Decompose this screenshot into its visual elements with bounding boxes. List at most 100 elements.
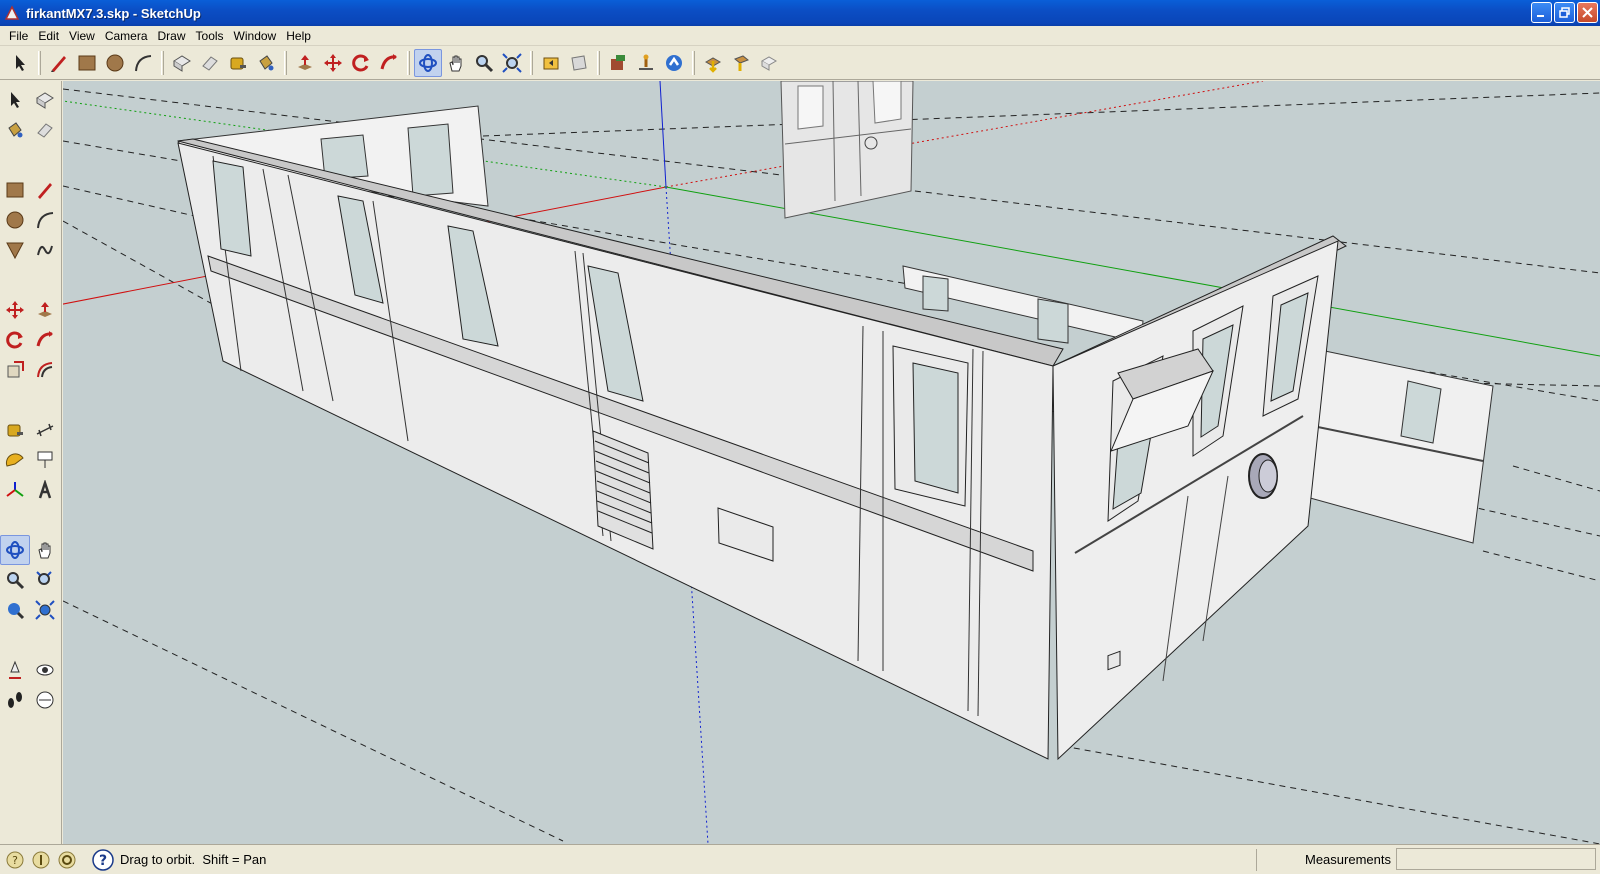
- look-around-icon: [36, 664, 54, 676]
- palette-text-button[interactable]: [30, 445, 60, 475]
- rectangle-tool-button[interactable]: [73, 49, 101, 77]
- palette-freehand-button[interactable]: [30, 235, 60, 265]
- palette-pencil-button[interactable]: [30, 175, 60, 205]
- palette-orbit-button[interactable]: [0, 535, 30, 565]
- main-wall[interactable]: [177, 138, 1064, 760]
- toolbar-separator: [284, 50, 287, 75]
- tape-measure-button[interactable]: [224, 49, 252, 77]
- pan-tool-button[interactable]: [442, 49, 470, 77]
- axes-icon: [6, 482, 24, 497]
- palette-walk-button[interactable]: [0, 685, 30, 715]
- menu-view[interactable]: View: [64, 26, 100, 46]
- user-icon: [58, 851, 76, 868]
- palette-zoom-extents-button[interactable]: [30, 595, 60, 625]
- menu-camera[interactable]: Camera: [100, 26, 153, 46]
- add-location-icon: [611, 54, 625, 70]
- model-viewport[interactable]: [63, 81, 1600, 844]
- push-pull-button[interactable]: [291, 49, 319, 77]
- push-pull-icon: [298, 54, 312, 70]
- palette-make-component-button[interactable]: [30, 85, 60, 115]
- tool-palette: [0, 81, 62, 844]
- add-location-button[interactable]: [604, 49, 632, 77]
- palette-move-button[interactable]: [0, 295, 30, 325]
- move-icon: [6, 301, 24, 319]
- maximize-button[interactable]: [1554, 2, 1575, 23]
- orbit-icon: [419, 53, 437, 72]
- palette-select-button[interactable]: [0, 85, 30, 115]
- send-to-google-earth-icon: [760, 55, 778, 71]
- move-tool-button[interactable]: [319, 49, 347, 77]
- help-icon[interactable]: ?: [92, 848, 114, 871]
- menu-window[interactable]: Window: [229, 26, 282, 46]
- menu-draw[interactable]: Draw: [153, 26, 191, 46]
- palette-3d-text-button[interactable]: [30, 475, 60, 505]
- toggle-terrain-button[interactable]: [632, 49, 660, 77]
- close-button[interactable]: [1577, 2, 1598, 23]
- palette-zoom-button[interactable]: [0, 565, 30, 595]
- palette-paint-bucket-button[interactable]: [0, 115, 30, 145]
- geo-location-button[interactable]: ?: [4, 849, 26, 871]
- palette-eraser-button[interactable]: [30, 115, 60, 145]
- model-canvas[interactable]: [63, 81, 1600, 844]
- palette-section-plane-button[interactable]: [30, 685, 60, 715]
- previous-view-button[interactable]: [537, 49, 565, 77]
- follow-me-button[interactable]: [375, 49, 403, 77]
- orbit-tool-button[interactable]: [414, 48, 442, 77]
- door-image-plane[interactable]: [780, 81, 914, 219]
- palette-rotate-button[interactable]: [0, 325, 30, 355]
- menu-help[interactable]: Help: [281, 26, 316, 46]
- make-component-icon: [173, 54, 191, 72]
- push-pull-icon: [38, 302, 52, 317]
- toolbar-separator: [530, 50, 533, 75]
- rotate-tool-button[interactable]: [347, 49, 375, 77]
- palette-follow-me-button[interactable]: [30, 325, 60, 355]
- title-bar: firkantMX7.3.skp - SketchUp: [0, 0, 1600, 26]
- menu-edit[interactable]: Edit: [33, 26, 64, 46]
- palette-previous-view-button[interactable]: [0, 595, 30, 625]
- eraser-tool-button[interactable]: [196, 49, 224, 77]
- zoom-extents-button[interactable]: [498, 49, 526, 77]
- credits-button[interactable]: [30, 849, 52, 871]
- palette-dimension-button[interactable]: [30, 415, 60, 445]
- select-tool-button[interactable]: [6, 49, 34, 77]
- offset-icon: [37, 362, 53, 378]
- select-icon: [16, 54, 25, 71]
- zoom-icon: [7, 572, 25, 590]
- user-button[interactable]: [56, 849, 78, 871]
- menu-tools[interactable]: Tools: [191, 26, 229, 46]
- menu-file[interactable]: File: [4, 26, 33, 46]
- dimension-icon: [36, 423, 54, 437]
- palette-scale-button[interactable]: [0, 355, 30, 385]
- palette-protractor-button[interactable]: [0, 445, 30, 475]
- palette-polygon-button[interactable]: [0, 235, 30, 265]
- palette-circle-button[interactable]: [0, 205, 30, 235]
- palette-arc-button[interactable]: [30, 205, 60, 235]
- share-model-icon: [704, 56, 722, 73]
- measurements-field[interactable]: [1396, 848, 1596, 870]
- palette-push-pull-button[interactable]: [30, 295, 60, 325]
- share-component-button[interactable]: [727, 49, 755, 77]
- palette-offset-button[interactable]: [30, 355, 60, 385]
- palette-position-camera-button[interactable]: [0, 655, 30, 685]
- palette-rectangle-button[interactable]: [0, 175, 30, 205]
- minimize-button[interactable]: [1531, 2, 1552, 23]
- palette-tape-measure-button[interactable]: [0, 415, 30, 445]
- rear-wall-extension[interactable]: [1302, 350, 1494, 544]
- circle-icon: [106, 54, 124, 71]
- eraser-icon: [202, 55, 218, 71]
- send-to-google-earth-button[interactable]: [755, 49, 783, 77]
- make-component-button[interactable]: [168, 49, 196, 77]
- palette-zoom-window-button[interactable]: [30, 565, 60, 595]
- pencil-tool-button[interactable]: [45, 49, 73, 77]
- zoom-tool-button[interactable]: [470, 49, 498, 77]
- share-model-button[interactable]: [699, 49, 727, 77]
- rectangle-icon: [6, 182, 24, 198]
- next-view-button[interactable]: [565, 49, 593, 77]
- paint-bucket-button[interactable]: [252, 49, 280, 77]
- palette-look-around-button[interactable]: [30, 655, 60, 685]
- palette-pan-button[interactable]: [30, 535, 60, 565]
- circle-tool-button[interactable]: [101, 49, 129, 77]
- palette-axes-button[interactable]: [0, 475, 30, 505]
- arc-tool-button[interactable]: [129, 49, 157, 77]
- get-models-button[interactable]: [660, 49, 688, 77]
